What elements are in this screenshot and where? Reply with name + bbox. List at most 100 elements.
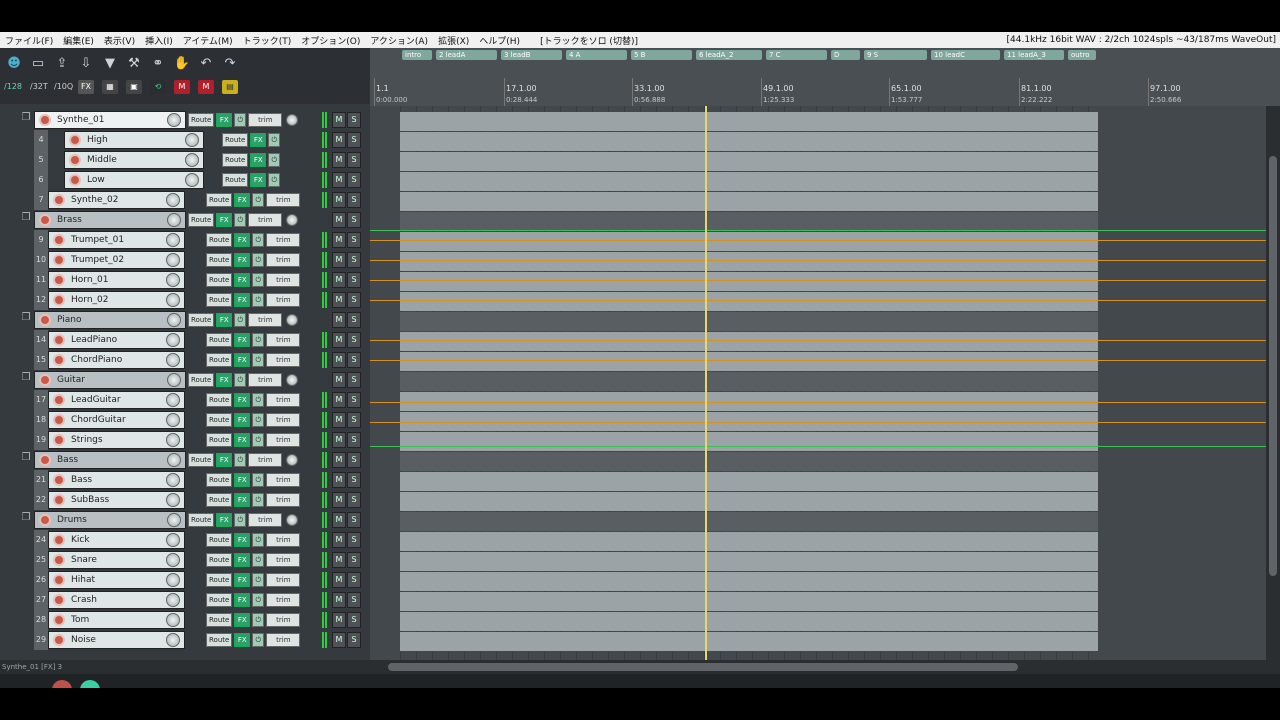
trim-button[interactable]: trim	[266, 393, 301, 407]
fx-power-icon[interactable]: ⏻	[252, 333, 265, 347]
fx-power-icon[interactable]: ⏻	[252, 473, 265, 487]
fx-button[interactable]: FX	[234, 533, 251, 547]
solo-button[interactable]: S	[347, 192, 361, 208]
track-lane[interactable]	[400, 472, 1098, 491]
fx-power-icon[interactable]: ⏻	[234, 113, 247, 127]
route-button[interactable]: Route	[188, 453, 215, 467]
volume-envelope[interactable]	[370, 240, 1266, 241]
menu-item[interactable]: アイテム(M)	[178, 34, 238, 47]
solo-button[interactable]: S	[347, 132, 361, 148]
record-arm-icon[interactable]	[69, 154, 81, 166]
volume-knob[interactable]	[166, 393, 180, 407]
solo-button[interactable]: S	[347, 512, 361, 528]
fx-button[interactable]: FX	[216, 453, 233, 467]
mute-button[interactable]: M	[332, 332, 346, 348]
fx-power-icon[interactable]: ⏻	[252, 273, 265, 287]
trim-button[interactable]: trim	[266, 493, 301, 507]
fx-button[interactable]: FX	[234, 333, 251, 347]
region-marker[interactable]: intro	[402, 50, 432, 60]
mute-button[interactable]: M	[332, 112, 346, 128]
record-arm-icon[interactable]	[53, 354, 65, 366]
fx-power-icon[interactable]: ⏻	[252, 433, 265, 447]
solo-button[interactable]: S	[347, 532, 361, 548]
route-button[interactable]: Route	[188, 313, 215, 327]
volume-knob[interactable]	[185, 173, 199, 187]
hand-icon[interactable]: ✋	[172, 54, 192, 74]
track-lane[interactable]	[400, 532, 1098, 551]
redo-icon[interactable]: ↷	[220, 54, 240, 74]
route-button[interactable]: Route	[206, 553, 233, 567]
track-panel[interactable]: ChordGuitar	[48, 411, 185, 429]
fx-button[interactable]: FX	[234, 353, 251, 367]
record-arm-icon[interactable]	[39, 314, 51, 326]
record-arm-icon[interactable]	[69, 174, 81, 186]
region-marker[interactable]: 7 C	[766, 50, 827, 60]
track-panel[interactable]: LeadPiano	[48, 331, 185, 349]
solo-button[interactable]: S	[347, 172, 361, 188]
fx-button[interactable]: FX	[216, 373, 233, 387]
route-button[interactable]: Route	[188, 113, 215, 127]
solo-button[interactable]: S	[347, 372, 361, 388]
repeat-icon[interactable]: ⟲	[150, 80, 166, 94]
fx-button[interactable]: FX	[234, 193, 251, 207]
fx-power-icon[interactable]: ⏻	[268, 153, 281, 167]
volume-envelope[interactable]	[370, 280, 1266, 281]
track-lane[interactable]	[400, 112, 1098, 131]
mute-button[interactable]: M	[332, 472, 346, 488]
track-lane[interactable]	[400, 252, 1098, 271]
record-arm-icon[interactable]	[53, 614, 65, 626]
fx-button[interactable]: FX	[216, 113, 233, 127]
mute-button[interactable]: M	[332, 232, 346, 248]
mute-button[interactable]: M	[332, 212, 346, 228]
solo-button[interactable]: S	[347, 292, 361, 308]
track-panel[interactable]: LeadGuitar	[48, 391, 185, 409]
vertical-scrollbar[interactable]	[1266, 106, 1280, 660]
folder-icon[interactable]: ❐	[20, 312, 32, 328]
marker-button[interactable]: ▤	[222, 80, 238, 94]
horizontal-scroll-thumb[interactable]	[388, 663, 1018, 671]
track-lane[interactable]	[400, 292, 1098, 311]
solo-button[interactable]: S	[347, 592, 361, 608]
fx-power-icon[interactable]: ⏻	[234, 453, 247, 467]
track-lane[interactable]	[400, 192, 1098, 211]
fx-button[interactable]: FX	[234, 413, 251, 427]
track-panel[interactable]: Kick	[48, 531, 185, 549]
mute-button[interactable]: M	[332, 532, 346, 548]
volume-knob[interactable]	[167, 513, 181, 527]
mute-button[interactable]: M	[332, 572, 346, 588]
trim-button[interactable]: trim	[266, 573, 301, 587]
record-arm-icon[interactable]	[39, 374, 51, 386]
track-panel[interactable]: Noise	[48, 631, 185, 649]
track-lane[interactable]	[400, 312, 1098, 331]
pan-knob[interactable]	[286, 214, 299, 226]
track-lane[interactable]	[400, 272, 1098, 291]
route-button[interactable]: Route	[206, 593, 233, 607]
route-button[interactable]: Route	[222, 153, 249, 167]
track-panel[interactable]: Brass	[34, 211, 186, 229]
trim-button[interactable]: trim	[248, 113, 283, 127]
route-button[interactable]: Route	[222, 133, 249, 147]
track-panel[interactable]: Synthe_02	[48, 191, 185, 209]
trim-button[interactable]: trim	[248, 513, 283, 527]
region-marker[interactable]: 10 leadC	[931, 50, 1000, 60]
pan-knob[interactable]	[286, 114, 299, 126]
mute-button[interactable]: M	[332, 552, 346, 568]
folder-icon[interactable]: ❐	[20, 512, 32, 528]
solo-button[interactable]: S	[347, 632, 361, 648]
trim-button[interactable]: trim	[266, 253, 301, 267]
fx-power-icon[interactable]: ⏻	[252, 393, 265, 407]
fx-button[interactable]: FX	[216, 313, 233, 327]
volume-envelope[interactable]	[370, 260, 1266, 261]
track-lane[interactable]	[400, 232, 1098, 251]
solo-button[interactable]: S	[347, 412, 361, 428]
menu-item[interactable]: アクション(A)	[365, 34, 433, 47]
track-panel[interactable]: Piano	[34, 311, 186, 329]
volume-envelope[interactable]	[370, 340, 1266, 341]
fx-button[interactable]: FX	[234, 473, 251, 487]
pan-envelope[interactable]	[370, 230, 1266, 231]
solo-button[interactable]: S	[347, 112, 361, 128]
pan-envelope[interactable]	[370, 446, 1266, 447]
volume-knob[interactable]	[166, 553, 180, 567]
fx-power-icon[interactable]: ⏻	[268, 133, 281, 147]
volume-knob[interactable]	[166, 633, 180, 647]
